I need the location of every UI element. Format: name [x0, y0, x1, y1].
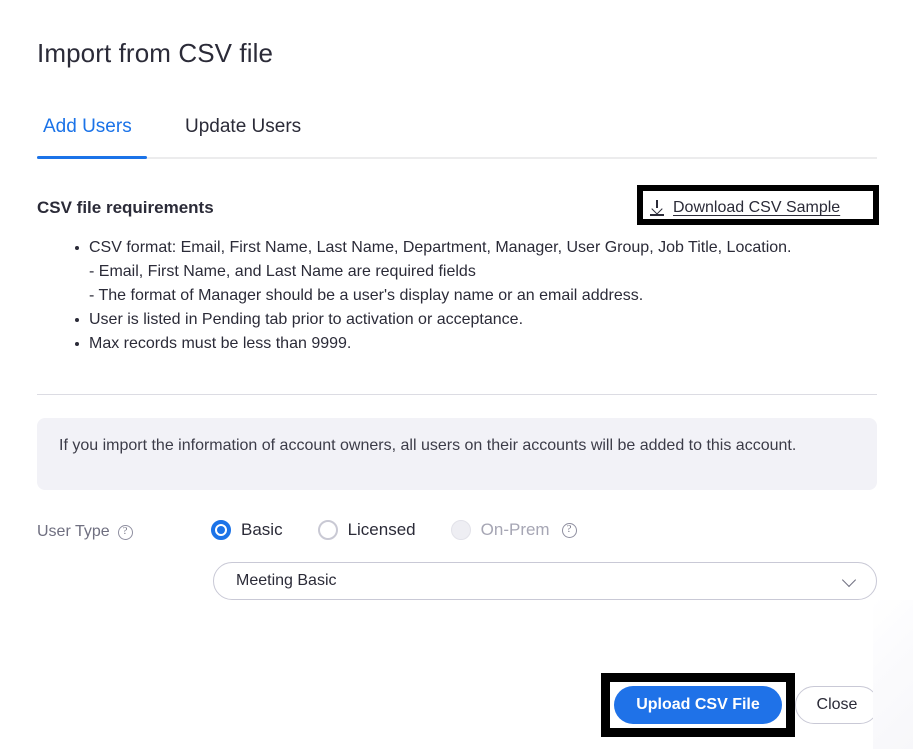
list-item: User is listed in Pending tab prior to a…: [37, 308, 877, 332]
list-item: - Email, First Name, and Last Name are r…: [89, 263, 476, 280]
tab-add-users[interactable]: Add Users: [37, 113, 138, 157]
radio-option-on-prem: On-Prem ?: [450, 518, 577, 542]
user-type-label: User Type: [37, 523, 110, 540]
radio-mark-licensed[interactable]: [317, 520, 338, 540]
radio-label-licensed: Licensed: [347, 520, 416, 539]
tab-bar: Add Users Update Users: [37, 113, 877, 159]
user-type-label-group: User Type ?: [37, 521, 133, 543]
download-csv-sample-link[interactable]: Download CSV Sample: [650, 197, 840, 219]
plan-select-value: Meeting Basic: [236, 572, 337, 589]
upload-csv-file-button[interactable]: Upload CSV File: [614, 686, 782, 724]
tab-bar-baseline: [37, 157, 877, 159]
csv-requirements-list: CSV format: Email, First Name, Last Name…: [37, 236, 877, 356]
download-csv-sample-label: Download CSV Sample: [673, 199, 841, 216]
active-tab-indicator: [37, 156, 147, 159]
user-type-radio-group: Basic Licensed On-Prem ?: [211, 518, 612, 542]
tab-update-users[interactable]: Update Users: [179, 113, 307, 157]
radio-label-basic: Basic: [241, 520, 283, 539]
radio-label-on-prem: On-Prem: [480, 520, 550, 539]
import-csv-dialog: Import from CSV file Add Users Update Us…: [0, 0, 913, 749]
radio-option-licensed[interactable]: Licensed: [317, 518, 416, 542]
radio-mark-basic[interactable]: [211, 520, 231, 540]
info-banner: If you import the information of account…: [37, 418, 877, 490]
question-mark-circle-icon[interactable]: ?: [117, 524, 133, 540]
list-item: - The format of Manager should be a user…: [89, 287, 644, 304]
csv-requirements-heading: CSV file requirements: [37, 198, 214, 217]
question-mark-circle-icon[interactable]: ?: [561, 522, 577, 538]
radio-mark-on-prem: [450, 520, 471, 540]
radio-option-basic[interactable]: Basic: [211, 518, 283, 542]
list-item: CSV format: Email, First Name, Last Name…: [37, 236, 877, 260]
viewport-edge-shading: [873, 600, 913, 749]
download-icon: [650, 200, 664, 216]
list-item: Max records must be less than 9999.: [37, 332, 877, 356]
close-button[interactable]: Close: [795, 686, 879, 724]
page-title: Import from CSV file: [37, 38, 274, 68]
chevron-down-icon: [841, 572, 857, 588]
plan-select[interactable]: Meeting Basic: [213, 562, 877, 600]
section-divider: [37, 394, 877, 395]
